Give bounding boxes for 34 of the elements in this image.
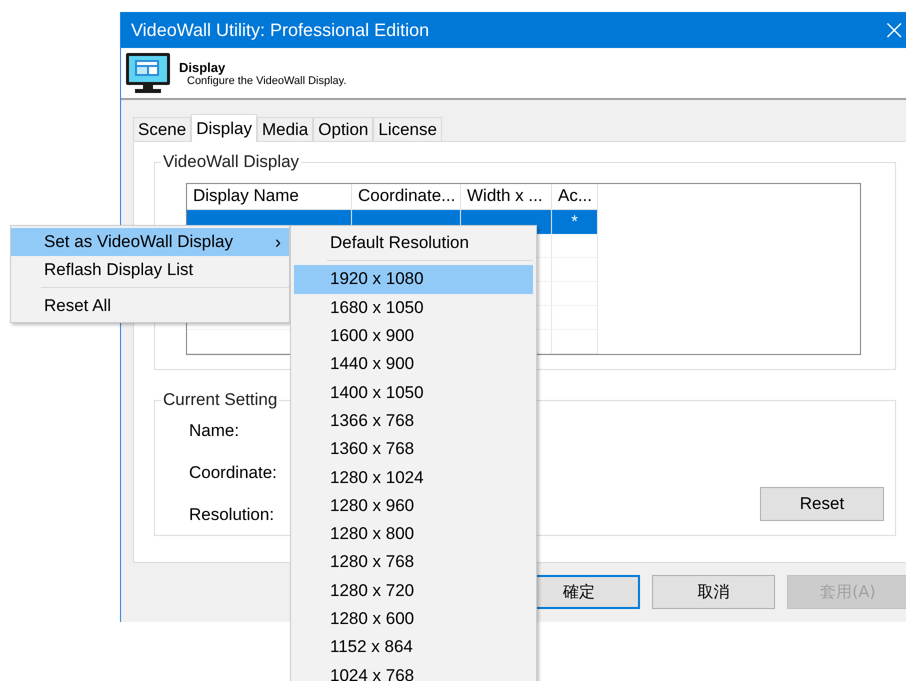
dialog-button[interactable]: 取消: [652, 575, 775, 609]
menu-item[interactable]: Reflash Display List: [11, 256, 289, 284]
reset-button[interactable]: Reset: [760, 487, 884, 521]
group-title: VideoWall Display: [161, 152, 302, 172]
menu-item[interactable]: 1360 x 768: [294, 435, 533, 464]
field-label: Coordinate:: [189, 463, 277, 484]
table-cell: *: [552, 210, 598, 234]
menu-item[interactable]: 1280 x 1024: [294, 463, 533, 492]
tab[interactable]: License: [373, 117, 442, 141]
header-title: Display: [179, 60, 226, 74]
menu-item[interactable]: 1440 x 900: [294, 350, 533, 378]
tab[interactable]: Scene: [133, 117, 192, 141]
field-label: Name:: [189, 421, 240, 442]
menu-item[interactable]: 1366 x 768: [294, 406, 533, 436]
monitor-icon: [125, 52, 171, 94]
field-label: Resolution:: [189, 505, 276, 526]
menu-item[interactable]: 1920 x 1080: [294, 265, 533, 294]
tab[interactable]: Media: [256, 117, 314, 141]
tab[interactable]: Display: [191, 114, 257, 142]
menu-item[interactable]: 1280 x 768: [294, 548, 533, 577]
window-title: VideoWall Utility: Professional Edition: [131, 20, 430, 40]
menu-item[interactable]: Reset All: [11, 292, 289, 320]
menu-item[interactable]: 1280 x 800: [294, 520, 533, 548]
menu-item[interactable]: 1280 x 960: [294, 492, 533, 520]
menu-item[interactable]: 1152 x 864: [294, 633, 533, 662]
header-subtitle: Configure the VideoWall Display.: [187, 74, 346, 86]
tab[interactable]: Option: [313, 117, 374, 141]
menu-item[interactable]: 1600 x 900: [294, 322, 533, 350]
menu-item[interactable]: 1024 x 768: [294, 661, 533, 681]
close-button[interactable]: ×: [882, 16, 906, 44]
menu-item[interactable]: 1400 x 1050: [294, 378, 533, 407]
menu-item[interactable]: 1680 x 1050: [294, 294, 533, 322]
group-title: Current Setting: [161, 390, 280, 410]
menu-item[interactable]: Set as VideoWall Display ›: [11, 228, 289, 256]
